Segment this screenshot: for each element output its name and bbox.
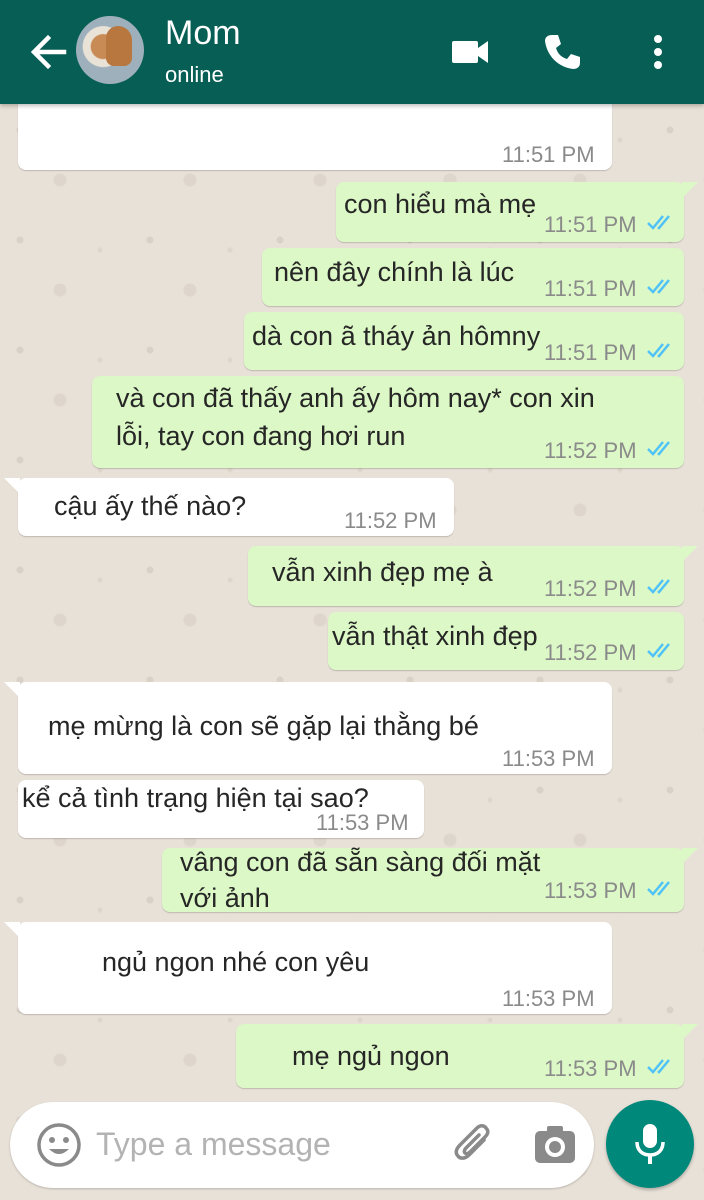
message-time: 11:52 PM (544, 438, 637, 463)
message-bubble-incoming[interactable]: kể cả tình trạng hiện tại sao? 11:53 PM (18, 780, 424, 838)
more-options-icon[interactable] (636, 30, 680, 74)
contact-status: online (165, 62, 224, 87)
message-text: con hiểu mà mẹ (344, 189, 537, 219)
message-time: 11:51 PM (544, 212, 637, 237)
attach-icon[interactable] (450, 1120, 500, 1170)
message-text: dà con ã tháy ản hômny (252, 321, 541, 351)
message-text: mẹ ngủ ngon (292, 1041, 450, 1071)
double-check-icon (647, 643, 670, 658)
message-time: 11:51 PM (544, 340, 637, 365)
message-time: 11:52 PM (544, 640, 637, 665)
message-bubble-outgoing[interactable]: mẹ ngủ ngon 11:53 PM (236, 1024, 698, 1088)
message-time: 11:53 PM (544, 878, 637, 903)
message-bubble-outgoing[interactable]: và con đã thấy anh ấy hôm nay* con xin l… (92, 376, 684, 468)
contact-avatar[interactable] (76, 16, 144, 84)
message-time: 11:53 PM (502, 746, 595, 771)
message-bubble-incoming[interactable]: mẹ mừng là con sẽ gặp lại thằng bé 11:53… (4, 682, 612, 774)
message-text: mẹ mừng là con sẽ gặp lại thằng bé (48, 711, 479, 741)
message-input[interactable]: Type a message (96, 1126, 331, 1163)
voice-message-button[interactable] (606, 1100, 694, 1188)
message-bubble-outgoing[interactable]: con hiểu mà mẹ 11:51 PM (336, 182, 698, 242)
message-text: vẫn xinh đẹp mẹ à (272, 557, 493, 587)
message-time: 11:52 PM (344, 508, 437, 533)
message-text-line: với ảnh (180, 883, 270, 913)
message-text: vẫn thật xinh đẹp (332, 621, 538, 651)
chat-header: Mom online (0, 0, 704, 104)
mic-icon (635, 1124, 665, 1164)
message-time: 11:51 PM (544, 276, 637, 301)
message-time: 11:53 PM (316, 810, 409, 835)
message-text-line: lỗi, tay con đang hơi run (116, 421, 406, 451)
message-bubble-incoming[interactable]: ngủ ngon nhé con yêu 11:53 PM (4, 922, 612, 1014)
message-text-line: vâng con đã sẵn sàng đối mặt (180, 847, 541, 877)
message-time: 11:53 PM (544, 1056, 637, 1081)
message-text: nên đây chính là lúc (274, 257, 515, 287)
message-composer[interactable]: Type a message (10, 1102, 594, 1188)
back-arrow-icon[interactable] (26, 30, 70, 74)
double-check-icon (647, 881, 670, 896)
double-check-icon (647, 343, 670, 358)
double-check-icon (647, 279, 670, 294)
phone-icon[interactable] (540, 30, 584, 74)
double-check-icon (647, 579, 670, 594)
message-text-line: và con đã thấy anh ấy hôm nay* con xin (116, 383, 595, 413)
message-bubble-outgoing[interactable]: vẫn xinh đẹp mẹ à 11:52 PM (248, 546, 698, 606)
message-bubble-outgoing[interactable]: vâng con đã sẵn sàng đối mặt với ảnh 11:… (162, 847, 698, 913)
double-check-icon (647, 441, 670, 456)
emoji-icon[interactable] (34, 1120, 84, 1170)
video-call-icon[interactable] (448, 30, 492, 74)
message-bubble-outgoing[interactable]: dà con ã tháy ản hômny 11:51 PM (244, 312, 684, 370)
message-time: 11:51 PM (502, 142, 595, 167)
message-bubble-outgoing[interactable]: nên đây chính là lúc 11:51 PM (262, 248, 684, 306)
message-time: 11:53 PM (502, 986, 595, 1011)
message-bubble-outgoing[interactable]: vẫn thật xinh đẹp 11:52 PM (328, 612, 684, 670)
message-text: cậu ấy thế nào? (54, 491, 247, 521)
message-text: ngủ ngon nhé con yêu (102, 947, 370, 977)
double-check-icon (647, 215, 670, 230)
contact-name[interactable]: Mom (165, 14, 241, 53)
message-bubble-incoming[interactable]: cậu ấy thế nào? 11:52 PM (4, 478, 454, 536)
double-check-icon (647, 1059, 670, 1074)
message-time: 11:52 PM (544, 576, 637, 601)
camera-icon[interactable] (530, 1120, 580, 1170)
